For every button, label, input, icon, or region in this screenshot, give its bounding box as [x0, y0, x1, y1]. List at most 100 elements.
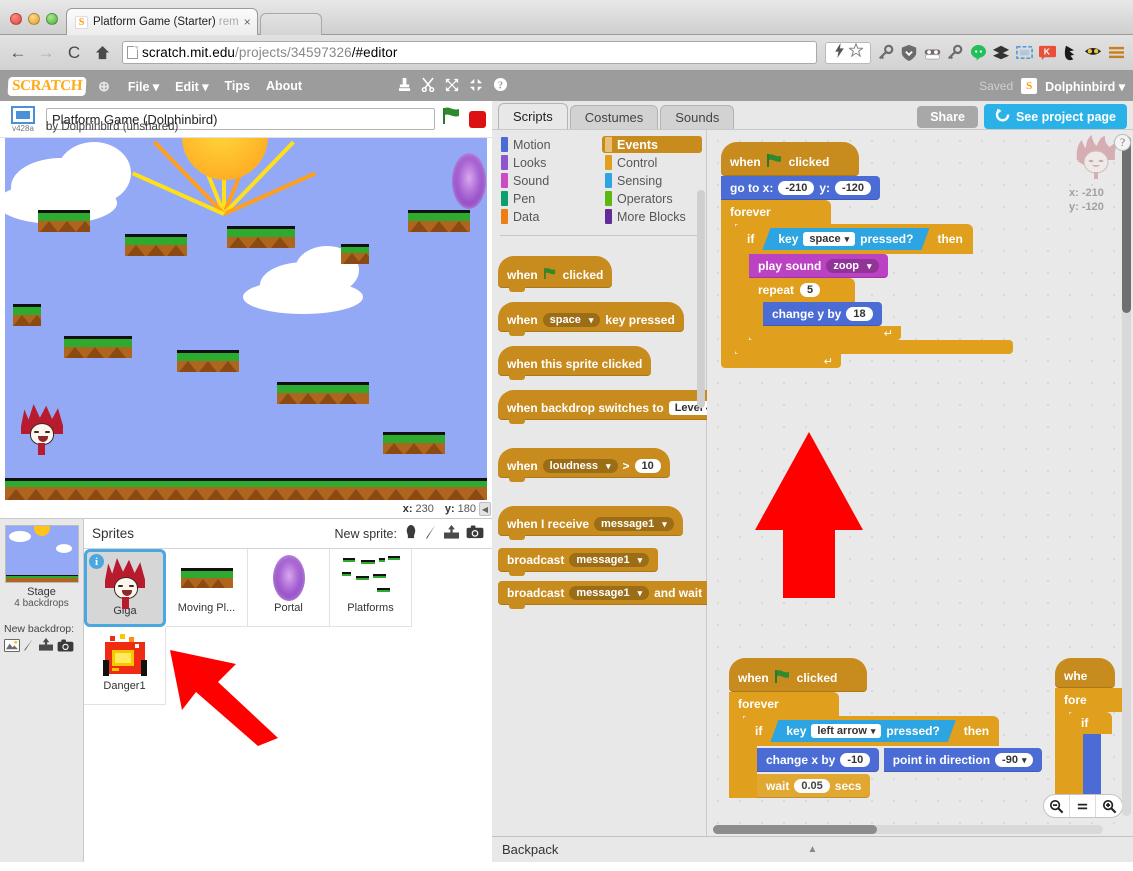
upload-icon[interactable] [443, 524, 460, 543]
zoom-reset-icon[interactable] [1070, 795, 1096, 817]
sprite-item-platforms[interactable]: Platforms [330, 549, 412, 627]
script-main-jump[interactable]: when clicked go to x: -210 y: -120 forev… [721, 142, 1013, 368]
palette-block-broadcast-and-wait[interactable]: broadcast message1 and wait [498, 581, 712, 609]
grow-icon[interactable] [445, 78, 459, 95]
stage-canvas[interactable] [5, 138, 487, 500]
green-flag-button[interactable] [441, 106, 463, 132]
sprite-item-danger1[interactable]: Danger1 [84, 627, 166, 705]
palette-block-broadcast[interactable]: broadcast message1 [498, 548, 659, 576]
menu-edit[interactable]: Edit ▾ [167, 79, 216, 94]
block-repeat[interactable]: repeat 5 change y by 18 ↵ [749, 278, 1013, 340]
help-icon[interactable]: ? [1114, 134, 1131, 151]
loudness-value[interactable]: 10 [634, 459, 661, 473]
category-sensing[interactable]: Sensing [602, 172, 702, 189]
scratch-logo[interactable]: SCRATCH [7, 76, 87, 96]
message-dropdown[interactable]: message1 [569, 553, 650, 567]
new-tab-button[interactable] [259, 13, 322, 35]
direction-dropdown[interactable]: -90 [995, 753, 1034, 767]
canvas-hscrollbar[interactable] [713, 825, 1103, 834]
block-when-partial[interactable]: whe [1055, 658, 1116, 688]
back-icon[interactable]: ← [6, 41, 30, 65]
category-pen[interactable]: Pen [498, 190, 598, 207]
see-project-page-button[interactable]: See project page [983, 104, 1127, 129]
library-icon[interactable] [403, 524, 419, 543]
block-go-to-xy[interactable]: go to x: -210 y: -120 [721, 176, 881, 200]
klout-icon[interactable]: K [1036, 41, 1058, 65]
share-button[interactable]: Share [917, 105, 978, 128]
change-y-input[interactable]: 18 [846, 307, 873, 321]
palette-block-when-flag-clicked[interactable]: when clicked [498, 256, 613, 292]
block-forever[interactable]: forever if key space ▾ pressed? then pla… [721, 200, 1013, 368]
palette-block-when-loudness[interactable]: when loudness > 10 [498, 448, 670, 482]
stage-portal-sprite[interactable] [452, 153, 486, 209]
block-key-pressed[interactable]: key space pressed? [762, 228, 929, 250]
star-icon[interactable] [847, 42, 865, 62]
shrink-icon[interactable] [469, 78, 483, 95]
category-data[interactable]: Data [498, 208, 598, 225]
palette-block-when-i-receive[interactable]: when I receive message1 [498, 506, 683, 540]
block-wait-secs[interactable]: wait 0.05 secs [757, 774, 871, 798]
home-icon[interactable] [90, 41, 114, 65]
sprite-item-moving-platform[interactable]: Moving Pl... [166, 549, 248, 627]
key-dropdown[interactable]: space [803, 232, 855, 246]
reload-icon[interactable]: C [62, 41, 86, 65]
sprite-item-portal[interactable]: Portal [248, 549, 330, 627]
change-x-input[interactable]: -10 [840, 753, 871, 767]
menu-tips[interactable]: Tips [217, 79, 258, 93]
category-control[interactable]: Control [602, 154, 702, 171]
key-icon[interactable] [875, 41, 897, 65]
zoom-in-icon[interactable] [1096, 795, 1122, 817]
collapse-stage-arrow-icon[interactable]: ◀ [479, 502, 491, 516]
close-window-button[interactable] [10, 13, 22, 25]
block-when-flag-clicked[interactable]: when clicked [729, 658, 868, 692]
stop-button[interactable] [469, 110, 486, 128]
help-icon[interactable]: ? [493, 77, 508, 95]
key-dropdown[interactable]: left arrow [811, 724, 881, 738]
ninja-icon[interactable] [1059, 41, 1081, 65]
category-more-blocks[interactable]: More Blocks [602, 208, 702, 225]
key2-icon[interactable] [944, 41, 966, 65]
sound-dropdown[interactable]: zoop [826, 259, 879, 273]
shield-icon[interactable] [898, 41, 920, 65]
key-dropdown[interactable]: space [542, 313, 601, 327]
user-avatar[interactable]: S [1021, 78, 1038, 94]
layers-icon[interactable] [990, 41, 1012, 65]
block-key-pressed[interactable]: key left arrow pressed? [770, 720, 955, 742]
backpack-bar[interactable]: Backpack ▲ [492, 836, 1133, 862]
palette-block-when-key-pressed[interactable]: when space key pressed [498, 302, 684, 336]
scissors-icon[interactable] [421, 77, 435, 95]
block-change-x-by[interactable]: change x by -10 [757, 748, 880, 772]
menu-about[interactable]: About [258, 79, 310, 93]
palette-scrollbar[interactable] [697, 190, 705, 832]
browser-tab[interactable]: S Platform Game (Starter) rem × [66, 8, 258, 35]
backpack-expand-icon[interactable]: ▲ [808, 844, 818, 855]
camera-icon[interactable] [57, 638, 74, 655]
owl-icon[interactable] [1082, 41, 1104, 65]
message-dropdown[interactable]: message1 [569, 586, 650, 600]
menu-file[interactable]: File ▾ [120, 79, 167, 94]
minimize-window-button[interactable] [28, 13, 40, 25]
block-forever-partial[interactable]: fore if [1055, 688, 1127, 804]
goto-y-input[interactable]: -120 [835, 181, 872, 195]
upload-icon[interactable] [38, 638, 54, 655]
stamp-icon[interactable] [398, 77, 411, 95]
wait-input[interactable]: 0.05 [794, 779, 830, 793]
sprite-item-giga[interactable]: i Giga [84, 549, 166, 627]
stage-giga-sprite[interactable] [21, 404, 63, 456]
goto-x-input[interactable]: -210 [778, 181, 815, 195]
block-when-flag-clicked[interactable]: when clicked [721, 142, 860, 176]
screenshot-icon[interactable] [1013, 41, 1035, 65]
paint-icon[interactable] [23, 638, 35, 655]
hangouts-icon[interactable] [967, 41, 989, 65]
camera-icon[interactable] [466, 525, 484, 542]
repeat-count-input[interactable]: 5 [800, 283, 821, 297]
paint-icon[interactable] [425, 524, 437, 543]
category-looks[interactable]: Looks [498, 154, 598, 171]
loudness-dropdown[interactable]: loudness [542, 459, 618, 473]
forward-icon[interactable]: → [34, 41, 58, 65]
canvas-vscrollbar[interactable] [1122, 136, 1131, 816]
address-bar[interactable]: scratch.mit.edu/projects/34597326/#edito… [122, 41, 817, 64]
stage-thumbnail[interactable] [4, 525, 79, 583]
category-events[interactable]: Events [602, 136, 702, 153]
language-globe-icon[interactable]: ⊕ [98, 78, 110, 95]
